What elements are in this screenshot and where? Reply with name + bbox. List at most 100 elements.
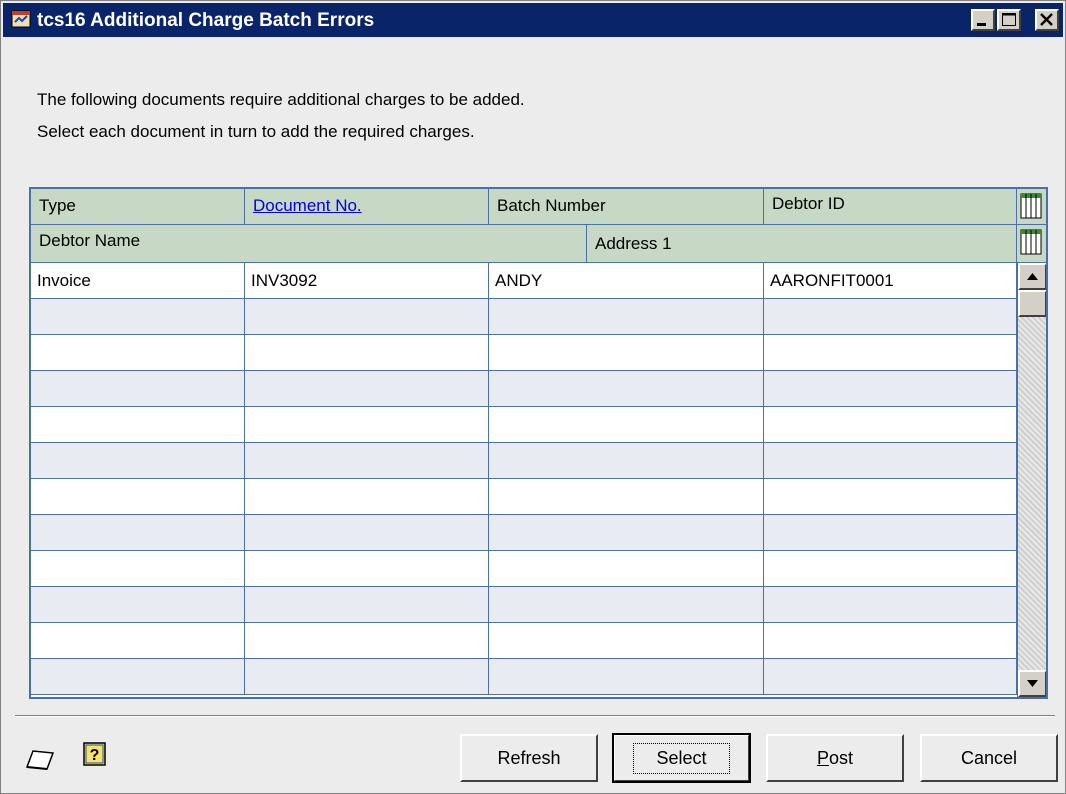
empty-cell (764, 515, 1017, 551)
empty-cell (764, 587, 1017, 623)
column-header-document-no[interactable]: Document No. (245, 189, 489, 225)
empty-cell (31, 551, 245, 587)
empty-cell (31, 299, 245, 335)
empty-cell (489, 551, 764, 587)
empty-cell (245, 335, 489, 371)
table-row[interactable] (31, 335, 1017, 371)
empty-cell (764, 551, 1017, 587)
select-button-label: Select (633, 742, 730, 774)
empty-cell (489, 443, 764, 479)
arrow-up-icon (1027, 273, 1038, 280)
empty-cell (245, 551, 489, 587)
close-button[interactable] (1035, 9, 1059, 31)
empty-cell (245, 299, 489, 335)
column-grid-icon (1020, 229, 1042, 255)
column-grid-icon (1020, 193, 1042, 219)
empty-cell (764, 299, 1017, 335)
empty-cell (764, 407, 1017, 443)
expand-columns-button[interactable] (1017, 189, 1046, 225)
post-button-mnemonic: P (816, 747, 829, 768)
expand-rows-button[interactable] (1017, 225, 1046, 263)
cell-type: Invoice (31, 263, 245, 299)
empty-cell (489, 371, 764, 407)
scroll-up-button[interactable] (1018, 263, 1046, 290)
select-button[interactable]: Select (612, 733, 751, 783)
empty-cell (489, 587, 764, 623)
empty-cell (489, 659, 764, 695)
column-header-debtor-name[interactable]: Debtor Name (31, 225, 587, 263)
empty-cell (245, 371, 489, 407)
empty-cell (31, 623, 245, 659)
empty-cell (764, 335, 1017, 371)
instruction-line-2: Select each document in turn to add the … (37, 122, 475, 141)
empty-cell (31, 515, 245, 551)
column-header-type[interactable]: Type (31, 189, 245, 225)
table-row[interactable] (31, 623, 1017, 659)
scroll-thumb[interactable] (1018, 290, 1046, 317)
empty-cell (489, 407, 764, 443)
title-bar[interactable]: tcs16 Additional Charge Batch Errors (3, 3, 1063, 37)
empty-cell (31, 443, 245, 479)
empty-cell (31, 407, 245, 443)
empty-cell (31, 371, 245, 407)
scroll-down-button[interactable] (1018, 670, 1046, 697)
post-button-label: ost (829, 747, 854, 768)
minimize-icon (977, 23, 986, 26)
maximize-button[interactable] (997, 9, 1021, 31)
vertical-scrollbar[interactable] (1017, 263, 1046, 697)
window-app-icon (11, 10, 31, 28)
maximize-icon (1002, 13, 1016, 26)
table-row[interactable] (31, 551, 1017, 587)
table-row[interactable] (31, 443, 1017, 479)
empty-cell (245, 623, 489, 659)
note-icon[interactable] (23, 745, 57, 773)
empty-cell (764, 443, 1017, 479)
table-row[interactable] (31, 371, 1017, 407)
cell-debtor-id: AARONFIT0001 (764, 263, 1017, 299)
column-header-batch-number[interactable]: Batch Number (489, 189, 764, 225)
refresh-button[interactable]: Refresh (460, 734, 598, 782)
empty-cell (31, 587, 245, 623)
window-title: tcs16 Additional Charge Batch Errors (37, 10, 375, 31)
help-icon[interactable]: ? (83, 742, 107, 768)
empty-cell (31, 659, 245, 695)
documents-grid[interactable]: Type Document No. Batch Number Debtor ID… (29, 187, 1048, 699)
table-row[interactable] (31, 479, 1017, 515)
empty-cell (764, 479, 1017, 515)
table-row[interactable] (31, 407, 1017, 443)
table-row[interactable] (31, 515, 1017, 551)
table-row[interactable] (31, 299, 1017, 335)
empty-cell (245, 659, 489, 695)
empty-cell (245, 407, 489, 443)
table-row[interactable] (31, 659, 1017, 695)
empty-cell (245, 479, 489, 515)
arrow-down-icon (1027, 680, 1038, 687)
close-icon (1040, 13, 1053, 26)
cell-document-no: INV3092 (245, 263, 489, 299)
empty-cell (31, 479, 245, 515)
minimize-button[interactable] (971, 9, 995, 31)
post-button[interactable]: Post (766, 734, 904, 782)
table-row[interactable] (31, 587, 1017, 623)
svg-text:?: ? (90, 747, 100, 764)
table-row[interactable]: Invoice INV3092 ANDY AARONFIT0001 (31, 263, 1017, 299)
empty-cell (489, 299, 764, 335)
empty-cell (245, 587, 489, 623)
cancel-button[interactable]: Cancel (920, 734, 1058, 782)
instruction-line-1: The following documents require addition… (37, 90, 525, 109)
empty-cell (245, 443, 489, 479)
empty-cell (489, 335, 764, 371)
column-header-debtor-id[interactable]: Debtor ID (764, 189, 1017, 225)
empty-cell (764, 659, 1017, 695)
empty-cell (245, 515, 489, 551)
footer-divider (15, 715, 1055, 717)
empty-cell (489, 515, 764, 551)
empty-cell (31, 335, 245, 371)
cell-batch-number: ANDY (489, 263, 764, 299)
dialog-window: tcs16 Additional Charge Batch Errors The… (0, 0, 1066, 794)
empty-cell (764, 371, 1017, 407)
empty-cell (489, 479, 764, 515)
empty-cell (764, 623, 1017, 659)
empty-cell (489, 623, 764, 659)
column-header-address-1[interactable]: Address 1 (587, 225, 1017, 263)
